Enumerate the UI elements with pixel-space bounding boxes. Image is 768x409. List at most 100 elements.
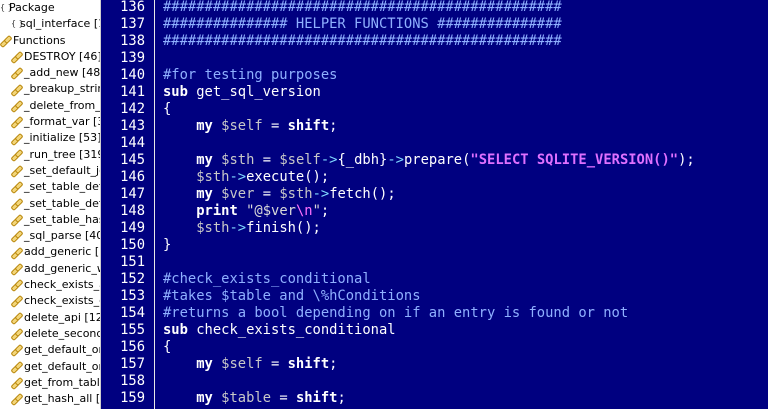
code-text: my $table = shift; (163, 390, 346, 407)
line-number: 154 (120, 305, 145, 321)
tree-item[interactable]: _breakup_strin (0, 81, 100, 97)
code-line[interactable]: 152 #check_exists_conditional (101, 271, 768, 288)
line-number: 148 (120, 203, 145, 219)
tree-group-functions[interactable]: Functions (0, 33, 100, 49)
code-text: my $ver = $sth->fetch(); (163, 186, 395, 203)
code-line[interactable]: 147 my $ver = $sth->fetch(); (101, 186, 768, 203)
tree-item[interactable]: { } sql_interface [1 (0, 16, 100, 32)
code-line[interactable]: 136 #####################################… (101, 0, 768, 16)
tree-item-label: delete_api [128 (24, 310, 100, 324)
code-line[interactable]: 150} (101, 237, 768, 254)
function-link-icon (11, 85, 22, 95)
code-text: ########################################… (163, 0, 562, 16)
tree-item[interactable]: _set_table_defa (0, 179, 100, 195)
code-line[interactable]: 151 (101, 254, 768, 271)
code-line[interactable]: 144 (101, 135, 768, 152)
code-text: print "@$ver\n"; (163, 203, 329, 220)
tree-item[interactable]: DESTROY [46] (0, 49, 100, 65)
code-token: $table (212, 390, 272, 406)
tree-item[interactable]: _run_tree [319 (0, 147, 100, 163)
code-line[interactable]: 141 sub get_sql_version (101, 84, 768, 101)
code-token: execute(); (246, 169, 330, 185)
code-line[interactable]: 156 { (101, 339, 768, 356)
tree-item[interactable]: _set_table_has (0, 212, 100, 228)
line-number: 140 (120, 67, 145, 83)
tree-item-label: _initialize [53] (24, 131, 100, 145)
tree-item[interactable]: _delete_from_t (0, 98, 100, 114)
code-line[interactable]: 137 ############### HELPER FUNCTIONS ####… (101, 16, 768, 33)
tree-item[interactable]: check_exists_a (0, 277, 100, 293)
tree-item[interactable]: get_from_table (0, 375, 100, 391)
code-token: -> (229, 220, 247, 236)
code-token: check_exists_conditional (187, 322, 396, 338)
line-number: 159 (120, 390, 145, 406)
code-line[interactable]: 159 my $table = shift; (101, 390, 768, 407)
tree-item-label: _add_new [483 (24, 66, 100, 80)
symbol-tree-sidebar[interactable]: { } Package{ } sql_interface [1 Functions DE… (0, 0, 101, 409)
tree-item[interactable]: _set_table_defa (0, 196, 100, 212)
code-line[interactable]: 149 $sth->finish(); (101, 220, 768, 237)
function-link-icon (11, 231, 22, 241)
code-token: { (163, 101, 172, 117)
line-number: 150 (120, 237, 145, 253)
code-line[interactable]: 148 print "@$ver\n"; (101, 203, 768, 220)
code-text: $sth->finish(); (163, 220, 321, 237)
function-link-icon (11, 52, 22, 62)
tree-item-label: get_default_ord (24, 359, 100, 373)
code-line[interactable]: 154 #returns a bool depending on if an en… (101, 305, 768, 322)
tree-item[interactable]: delete_second (0, 326, 100, 342)
code-line[interactable]: 157 my $self = shift; (101, 356, 768, 373)
code-token: "SELECT SQLITE_VERSION()" (470, 152, 679, 168)
tree-item-label: delete_second (24, 326, 100, 340)
code-line[interactable]: 139 (101, 50, 768, 67)
code-line[interactable]: 145 my $sth = $self->{_dbh}->prepare("SE… (101, 152, 768, 169)
tree-item[interactable]: add_generic_w (0, 261, 100, 277)
code-line[interactable]: 153 #takes $table and \%hConditions (101, 288, 768, 305)
tree-item[interactable]: get_default_ord (0, 342, 100, 358)
tree-item[interactable]: _format_var [3 (0, 114, 100, 130)
function-link-icon (11, 68, 22, 78)
code-token: ; (329, 356, 338, 372)
code-line[interactable]: 140 #for testing purposes (101, 67, 768, 84)
tree-item[interactable]: add_generic [5 (0, 244, 100, 260)
tree-item[interactable]: _initialize [53] (0, 130, 100, 146)
code-text: { (163, 339, 171, 356)
function-link-icon (11, 150, 22, 160)
code-line[interactable]: 138 #####################################… (101, 33, 768, 50)
code-line[interactable]: 158 (101, 373, 768, 390)
tree-item-label: sql_interface [1 (20, 17, 100, 31)
code-token: ; (329, 118, 338, 134)
code-token: shift (287, 118, 330, 134)
line-number: 138 (120, 33, 145, 49)
tree-item[interactable]: get_default_ord (0, 359, 100, 375)
tree-item[interactable]: _sql_parse [406 (0, 228, 100, 244)
code-line[interactable]: 146 $sth->execute(); (101, 169, 768, 186)
code-line[interactable]: 142 { (101, 101, 768, 118)
tree-item-label: _delete_from_t (24, 98, 100, 112)
code-line[interactable]: 155 sub check_exists_conditional (101, 322, 768, 339)
tree-item[interactable]: delete_api [128 (0, 310, 100, 326)
code-token: sub (163, 322, 188, 338)
code-token: shift (287, 356, 330, 372)
tree-group-package[interactable]: { } Package (0, 0, 100, 16)
tree-item[interactable]: _add_new [483 (0, 65, 100, 81)
tree-item[interactable]: _set_default_jo (0, 163, 100, 179)
code-text: ############### HELPER FUNCTIONS #######… (163, 16, 562, 33)
code-editor[interactable]: 136 #####################################… (101, 0, 768, 409)
code-token: ############### HELPER FUNCTIONS #######… (163, 16, 562, 32)
line-number: 137 (120, 16, 145, 32)
function-link-icon (11, 166, 22, 176)
code-line[interactable]: 143 my $self = shift; (101, 118, 768, 135)
line-number: 139 (120, 50, 145, 66)
code-token: \n (295, 203, 313, 219)
code-token: $self (212, 356, 263, 372)
tree-item[interactable]: get_hash_all [1 (0, 391, 100, 407)
function-link-icon (11, 280, 22, 290)
function-link-icon (11, 345, 22, 355)
tree-item[interactable]: check_exists_c (0, 293, 100, 309)
